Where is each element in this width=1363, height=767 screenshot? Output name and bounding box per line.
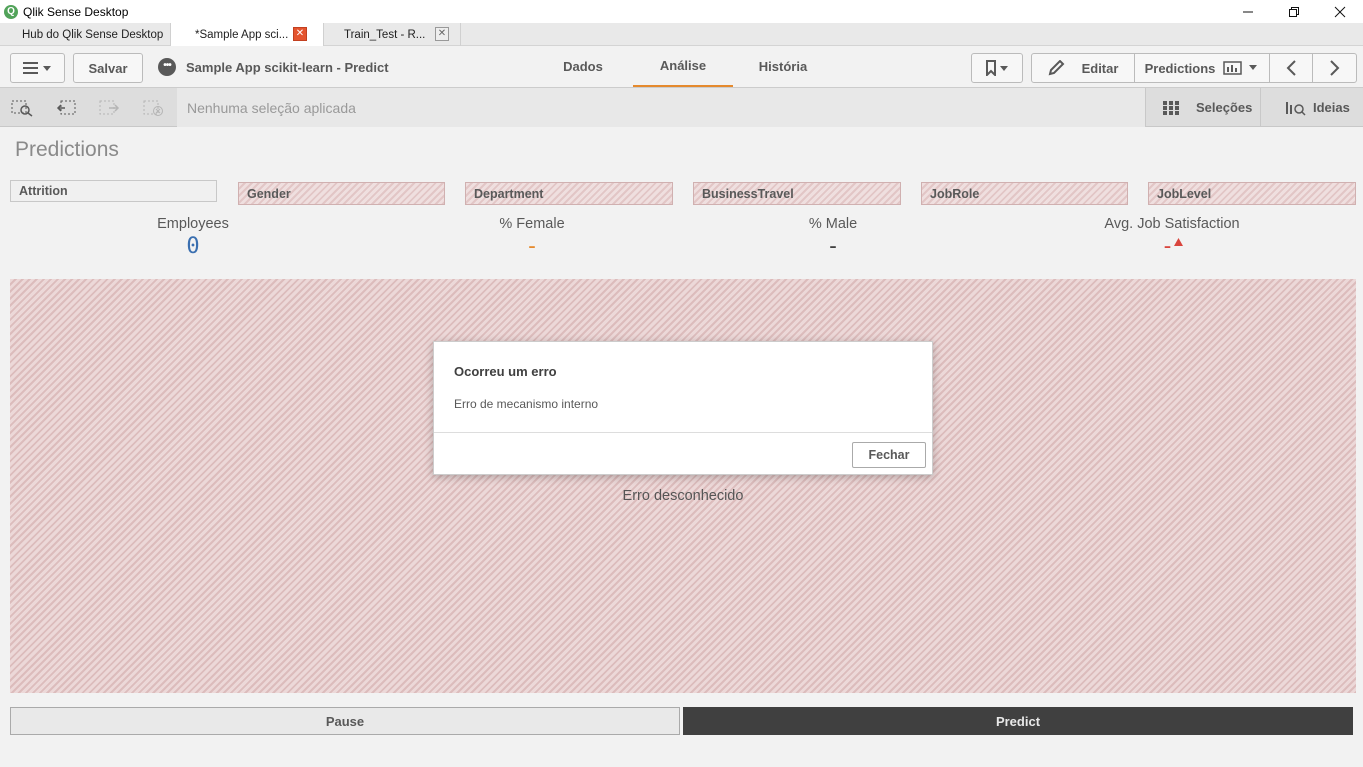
- error-dialog: Ocorreu um erro Erro de mecanismo intern…: [433, 341, 933, 475]
- kpi-job-satisfaction[interactable]: Avg. Job Satisfaction -: [1052, 216, 1292, 259]
- kpi-label: Employees: [157, 216, 229, 232]
- tab-analysis[interactable]: Análise: [633, 46, 733, 87]
- current-selections[interactable]: Nenhuma seleção aplicada: [177, 88, 1145, 127]
- more-icon[interactable]: •••: [158, 58, 176, 76]
- close-dialog-button[interactable]: Fechar: [852, 442, 926, 468]
- window-controls: [1225, 0, 1363, 23]
- kpi-male[interactable]: % Male -: [713, 216, 953, 259]
- kpi-value: -: [826, 234, 840, 259]
- bookmark-button[interactable]: [971, 53, 1023, 83]
- tab-hub[interactable]: Hub do Qlik Sense Desktop: [0, 23, 171, 46]
- warning-icon: [1174, 238, 1184, 246]
- pencil-icon: [1048, 60, 1064, 76]
- close-button[interactable]: [1317, 0, 1363, 23]
- sheet-icon: [1223, 61, 1258, 75]
- kpi-value: -: [525, 234, 539, 259]
- insights-icon: [1286, 101, 1306, 116]
- minimize-icon: [1243, 11, 1253, 12]
- qlik-icon: Q: [4, 4, 18, 19]
- selections-button[interactable]: Seleções: [1145, 88, 1259, 127]
- bookmark-icon: [986, 60, 1008, 76]
- dialog-title: Ocorreu um erro: [454, 364, 557, 379]
- step-forward-button[interactable]: [99, 98, 121, 118]
- smart-search-button[interactable]: [11, 98, 33, 118]
- clear-all-button[interactable]: [143, 98, 165, 118]
- filter-gender[interactable]: Gender: [238, 182, 445, 205]
- app-toolbar: Salvar ••• Sample App scikit-learn - Pre…: [0, 46, 1363, 88]
- app-title: ••• Sample App scikit-learn - Predict: [158, 58, 389, 76]
- chevron-left-icon: [1286, 60, 1296, 76]
- edit-label: Editar: [1081, 60, 1119, 76]
- close-icon: [1334, 6, 1346, 17]
- sheet-selector-button[interactable]: Predictions: [1135, 54, 1270, 82]
- chevron-right-icon: [1329, 60, 1339, 76]
- save-button[interactable]: Salvar: [73, 53, 143, 83]
- kpi-label: % Male: [808, 216, 858, 232]
- filter-department[interactable]: Department: [465, 182, 673, 205]
- sheet-controls: Editar Predictions: [1031, 53, 1357, 83]
- next-sheet-button[interactable]: [1313, 54, 1356, 82]
- selection-bar: Nenhuma seleção aplicada Seleções Ideias: [0, 88, 1363, 127]
- browser-tabbar: Hub do Qlik Sense Desktop *Sample App sc…: [0, 23, 1363, 47]
- tab-label: Hub do Qlik Sense Desktop: [22, 28, 164, 41]
- minimize-button[interactable]: [1225, 0, 1271, 23]
- window-titlebar: Q Qlik Sense Desktop: [0, 0, 1363, 23]
- step-back-icon: [56, 100, 76, 115]
- tab-story[interactable]: História: [753, 46, 813, 87]
- restore-button[interactable]: [1271, 0, 1317, 23]
- kpi-label: Avg. Job Satisfaction: [1104, 216, 1240, 232]
- dialog-message: Erro de mecanismo interno: [454, 397, 599, 411]
- step-forward-icon: [99, 100, 120, 115]
- tab-data[interactable]: Dados: [553, 46, 613, 87]
- insights-label: Ideias: [1313, 100, 1350, 115]
- previous-sheet-button[interactable]: [1270, 54, 1313, 82]
- global-menu-button[interactable]: [10, 53, 65, 83]
- tab-close-icon[interactable]: ✕: [293, 27, 307, 41]
- app-title-label: Sample App scikit-learn - Predict: [186, 59, 389, 75]
- step-back-button[interactable]: [55, 98, 77, 118]
- tab-sample-app[interactable]: *Sample App sci... ✕: [171, 23, 324, 47]
- selections-label: Seleções: [1196, 100, 1253, 115]
- kpi-value: -: [1160, 234, 1175, 259]
- kpi-label: % Female: [499, 216, 565, 232]
- tab-train-test[interactable]: Train_Test - R... ✕: [324, 23, 461, 46]
- filter-job-level[interactable]: JobLevel: [1148, 182, 1356, 205]
- menu-icon: [22, 62, 51, 74]
- window-title: Qlik Sense Desktop: [23, 4, 129, 19]
- chart-error-message: Erro desconhecido: [622, 488, 744, 504]
- kpi-female[interactable]: % Female -: [412, 216, 652, 259]
- selection-search-icon: [11, 100, 33, 117]
- dialog-footer: Fechar: [434, 432, 932, 475]
- kpi-employees[interactable]: Employees 0: [73, 216, 313, 259]
- insights-button[interactable]: Ideias: [1260, 88, 1363, 127]
- tab-close-icon[interactable]: ✕: [435, 27, 449, 41]
- filter-business-travel[interactable]: BusinessTravel: [693, 182, 901, 205]
- tab-label: *Sample App sci...: [195, 29, 289, 41]
- grid-icon: [1163, 100, 1179, 115]
- pause-button[interactable]: Pause: [10, 707, 680, 735]
- filter-job-role[interactable]: JobRole: [921, 182, 1128, 205]
- edit-button[interactable]: Editar: [1032, 54, 1135, 82]
- filter-attrition[interactable]: Attrition: [10, 180, 217, 202]
- tab-label: Train_Test - R...: [344, 28, 426, 41]
- clear-selections-icon: [143, 100, 163, 116]
- restore-icon: [1289, 6, 1299, 17]
- sheet-title: Predictions: [15, 138, 119, 161]
- predict-button[interactable]: Predict: [683, 707, 1353, 735]
- kpi-value: 0: [186, 234, 200, 259]
- sheet-selector-label: Predictions: [1144, 60, 1216, 76]
- kpi-value-wrapper: -: [1052, 234, 1292, 259]
